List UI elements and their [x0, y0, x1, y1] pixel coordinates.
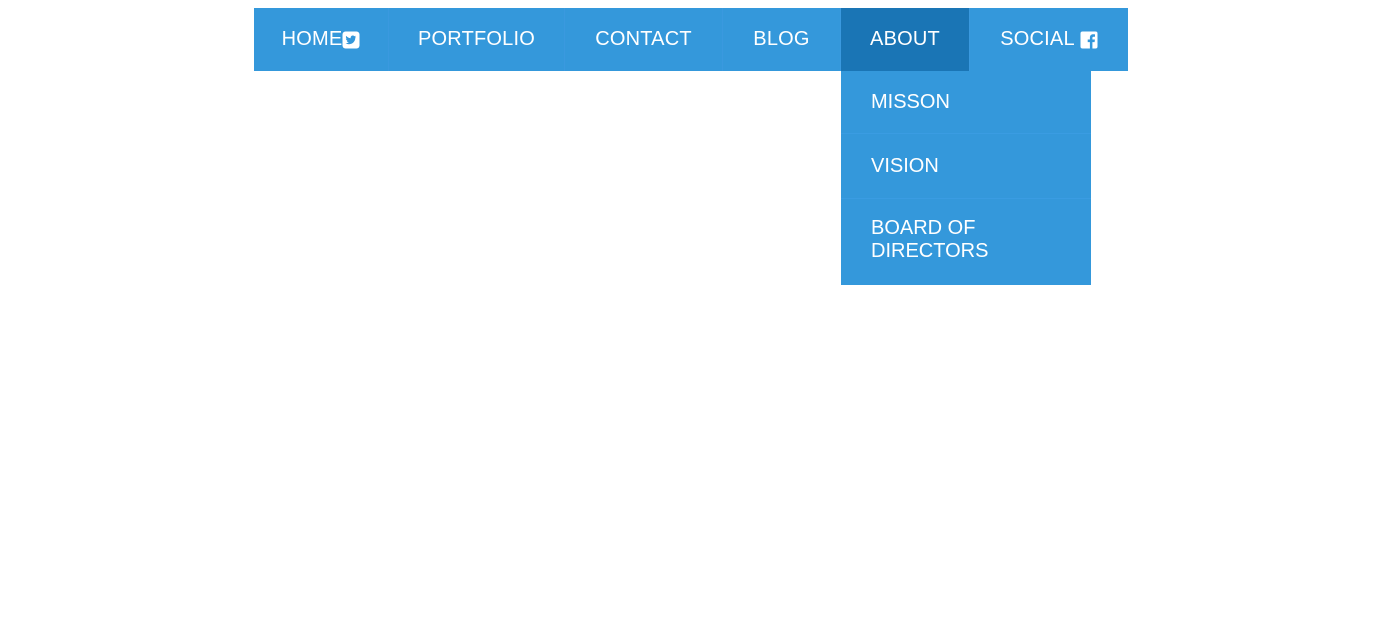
- nav-item-social[interactable]: SOCIAL: [970, 8, 1128, 71]
- nav-item-contact[interactable]: CONTACT: [565, 8, 723, 71]
- nav-item-home[interactable]: HOME: [254, 8, 389, 71]
- dropdown-item-board-of-directors[interactable]: BOARD OF DIRECTORS: [841, 199, 1091, 285]
- nav-item-home-label: HOME: [281, 28, 343, 50]
- dropdown-item-board-label: BOARD OF DIRECTORS: [871, 217, 989, 262]
- nav-item-social-label: SOCIAL: [1000, 28, 1075, 50]
- facebook-icon: [1080, 31, 1098, 49]
- dropdown-item-mission-label: MISSON: [871, 90, 950, 113]
- nav-item-portfolio-label: PORTFOLIO: [417, 28, 535, 50]
- dropdown-item-vision[interactable]: VISION: [841, 134, 1091, 199]
- page: HOME PORTFOLIO CONTACT BLOG ABOUT SOCIAL: [0, 0, 1374, 626]
- nav-item-about[interactable]: ABOUT: [841, 8, 970, 71]
- main-navbar: HOME PORTFOLIO CONTACT BLOG ABOUT SOCIAL: [254, 8, 1128, 71]
- nav-item-about-label: ABOUT: [870, 28, 940, 50]
- dropdown-item-vision-label: VISION: [871, 154, 939, 177]
- nav-item-blog-label: BLOG: [753, 28, 810, 50]
- nav-item-portfolio[interactable]: PORTFOLIO: [389, 8, 565, 71]
- twitter-icon: [342, 31, 360, 49]
- nav-item-blog[interactable]: BLOG: [723, 8, 841, 71]
- dropdown-item-mission[interactable]: MISSON: [841, 71, 1091, 134]
- nav-item-contact-label: CONTACT: [595, 28, 692, 50]
- about-dropdown-menu: MISSON VISION BOARD OF DIRECTORS: [841, 71, 1091, 285]
